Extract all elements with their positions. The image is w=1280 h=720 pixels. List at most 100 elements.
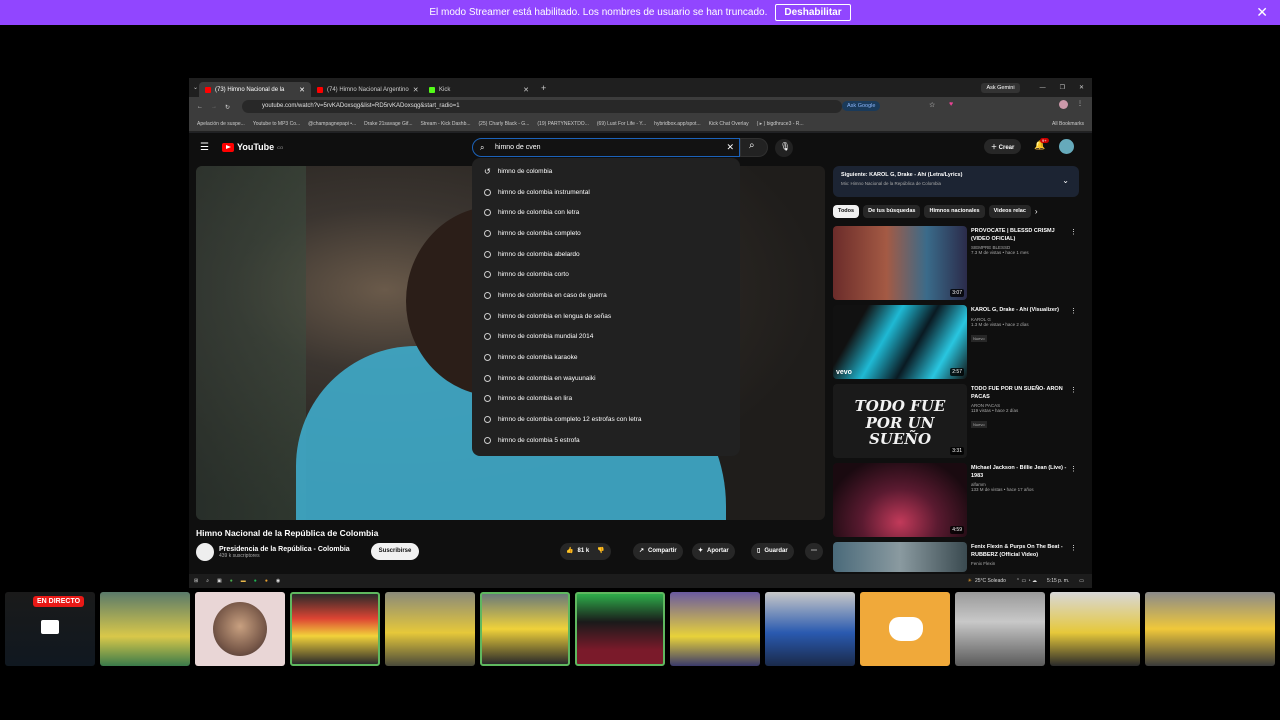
app-icon[interactable]: ●: [265, 578, 268, 584]
suggestion-item[interactable]: himno de colombia completo 12 estrofas c…: [472, 409, 740, 430]
suggestion-item[interactable]: himno de colombia en caso de guerra: [472, 285, 740, 306]
thumbs-down-icon[interactable]: 👎: [597, 543, 604, 560]
search-input[interactable]: ⌕ himno de cven ✕: [472, 138, 740, 157]
search-icon[interactable]: ⌕: [206, 578, 209, 584]
cam-tile[interactable]: [100, 592, 190, 666]
suggestion-item[interactable]: himno de colombia completo: [472, 223, 740, 244]
cam-tile[interactable]: [385, 592, 475, 666]
new-tab-icon[interactable]: +: [541, 83, 546, 93]
chrome-icon[interactable]: ●: [230, 578, 233, 584]
bookmark-item[interactable]: (25) Charly Black - G...: [479, 121, 530, 127]
more-actions-button[interactable]: ⋯: [805, 543, 823, 560]
bookmark-item[interactable]: Youtube to MP3 Co...: [253, 121, 300, 127]
share-button[interactable]: ↗ Compartir: [633, 543, 683, 560]
file-explorer-icon[interactable]: ▬: [241, 578, 246, 584]
suggestion-item[interactable]: himno de colombia karaoke: [472, 347, 740, 368]
chevron-down-icon[interactable]: ⌄: [1062, 176, 1069, 185]
search-button[interactable]: ⌕: [740, 138, 768, 157]
clock[interactable]: 5:15 p. m.: [1047, 578, 1069, 584]
cam-tile[interactable]: [575, 592, 665, 666]
suggestion-item[interactable]: himno de colombia con letra: [472, 202, 740, 223]
save-button[interactable]: ▯ Guardar: [751, 543, 794, 560]
chip-relacionados[interactable]: Videos relac: [988, 205, 1031, 218]
cam-tile[interactable]: [955, 592, 1045, 666]
account-avatar[interactable]: [1059, 139, 1074, 154]
browser-menu-icon[interactable]: ⋮: [1077, 100, 1083, 107]
more-vertical-icon[interactable]: ⋮: [1070, 465, 1077, 473]
chip-todos[interactable]: Todos: [833, 205, 860, 218]
cam-tile[interactable]: EN DIRECTO: [5, 592, 95, 666]
contribute-button[interactable]: ✦ Aportar: [692, 543, 735, 560]
disable-streamer-button[interactable]: Deshabilitar: [775, 4, 851, 21]
recommendation-item[interactable]: vevo 2:57 KAROL G, Drake - Ahí (Visualiz…: [833, 305, 1079, 381]
tab-himno-colombia[interactable]: (73) Himno Nacional de la ✕: [199, 82, 311, 97]
maximize-icon[interactable]: ❐: [1060, 84, 1065, 91]
channel-avatar[interactable]: [196, 543, 214, 561]
suggestion-item[interactable]: himno de colombia en lengua de señas: [472, 306, 740, 327]
video-thumbnail[interactable]: vevo 2:57: [833, 305, 967, 379]
tab-kick[interactable]: Kick ✕: [423, 82, 535, 97]
ask-google-button[interactable]: Ask Google: [842, 101, 881, 111]
cam-tile[interactable]: [765, 592, 855, 666]
all-bookmarks-link[interactable]: All Bookmarks: [1052, 121, 1084, 127]
close-tab-icon[interactable]: ✕: [299, 86, 305, 94]
spotify-icon[interactable]: ●: [254, 578, 257, 584]
bookmark-star-icon[interactable]: ☆: [929, 101, 935, 109]
close-tab-icon[interactable]: ✕: [413, 86, 419, 94]
suggestion-item[interactable]: himno de colombia 5 estrofa: [472, 430, 740, 451]
steam-icon[interactable]: ◉: [276, 578, 280, 584]
more-vertical-icon[interactable]: ⋮: [1070, 228, 1077, 236]
tab-himno-argentino[interactable]: (74) Himno Nacional Argentino ✕: [311, 82, 423, 97]
recommendation-item[interactable]: TODO FUE POR UN SUEÑO 3:31 TODO FUE POR …: [833, 384, 1079, 460]
suggestion-item[interactable]: ↺ himno de colombia: [472, 161, 740, 182]
bookmark-item[interactable]: ( ▸ ) bigdhruce3 - R...: [757, 121, 804, 127]
cam-tile[interactable]: [860, 592, 950, 666]
bookmark-item[interactable]: Kick Chat Overlay: [709, 121, 749, 127]
create-button[interactable]: ＋ Crear: [984, 139, 1022, 154]
chevron-right-icon[interactable]: ›: [1035, 205, 1038, 218]
close-tab-icon[interactable]: ✕: [523, 86, 529, 94]
bookmark-item[interactable]: Drake 21savage Gif...: [364, 121, 412, 127]
cam-tile[interactable]: [195, 592, 285, 666]
clear-search-icon[interactable]: ✕: [726, 139, 734, 156]
minimize-icon[interactable]: —: [1040, 85, 1046, 91]
windows-start-icon[interactable]: ⊞: [194, 578, 198, 584]
video-thumbnail[interactable]: 4:59: [833, 463, 967, 537]
extension-icon[interactable]: ♥: [949, 101, 953, 108]
recommendation-item[interactable]: 4:59 Michael Jackson - Billie Jean (Live…: [833, 463, 1079, 539]
suggestion-item[interactable]: himno de colombia mundial 2014: [472, 327, 740, 348]
suggestion-item[interactable]: himno de colombia corto: [472, 264, 740, 285]
video-thumbnail[interactable]: 3:07: [833, 226, 967, 300]
forward-icon[interactable]: →: [211, 104, 217, 110]
notifications-icon[interactable]: ▭: [1079, 578, 1084, 584]
close-icon[interactable]: ✕: [1256, 4, 1268, 21]
bookmark-item[interactable]: hybridbox.app/spot...: [654, 121, 700, 127]
bookmark-item[interactable]: (69) Lust For Life - Y...: [597, 121, 646, 127]
hamburger-menu-icon[interactable]: ☰: [200, 142, 209, 153]
like-button[interactable]: 👍 81 k 👎: [560, 543, 611, 560]
subscribe-button[interactable]: Suscribirse: [371, 543, 419, 560]
recommendation-item[interactable]: 3:07 PROVOCATE | BLESSD CRISMJ (VIDEO OF…: [833, 226, 1079, 302]
bookmark-item[interactable]: (19) PARTYNEXTDO...: [537, 121, 589, 127]
task-view-icon[interactable]: ▣: [217, 578, 222, 584]
recommendation-item[interactable]: Fenix Flexin & Purps On The Beat - RUBBE…: [833, 542, 1079, 572]
cam-tile[interactable]: [670, 592, 760, 666]
suggestion-item[interactable]: himno de colombia en lira: [472, 389, 740, 410]
video-thumbnail[interactable]: [833, 542, 967, 572]
profile-avatar[interactable]: [1059, 100, 1068, 109]
suggestion-item[interactable]: himno de colombia en wayuunaiki: [472, 368, 740, 389]
suggestion-item[interactable]: himno de colombia instrumental: [472, 182, 740, 203]
ask-gemini-button[interactable]: Ask Gemini: [981, 82, 1020, 93]
suggestion-item[interactable]: himno de colombia abelardo: [472, 244, 740, 265]
bookmark-item[interactable]: @champagnepapi •...: [308, 121, 356, 127]
reload-icon[interactable]: ↻: [225, 104, 230, 111]
cam-tile[interactable]: [480, 592, 570, 666]
weather-text[interactable]: 25°C Soleado: [975, 578, 1006, 584]
url-field[interactable]: youtube.com/watch?v=5rvKADoxsqg&list=RD5…: [242, 100, 842, 113]
back-icon[interactable]: ←: [197, 104, 203, 110]
youtube-logo[interactable]: YouTube CO: [222, 142, 283, 152]
close-window-icon[interactable]: ✕: [1079, 84, 1084, 91]
cam-tile[interactable]: [290, 592, 380, 666]
cam-tile[interactable]: [1145, 592, 1275, 666]
bookmark-item[interactable]: Stream - Kick Dashb...: [421, 121, 471, 127]
